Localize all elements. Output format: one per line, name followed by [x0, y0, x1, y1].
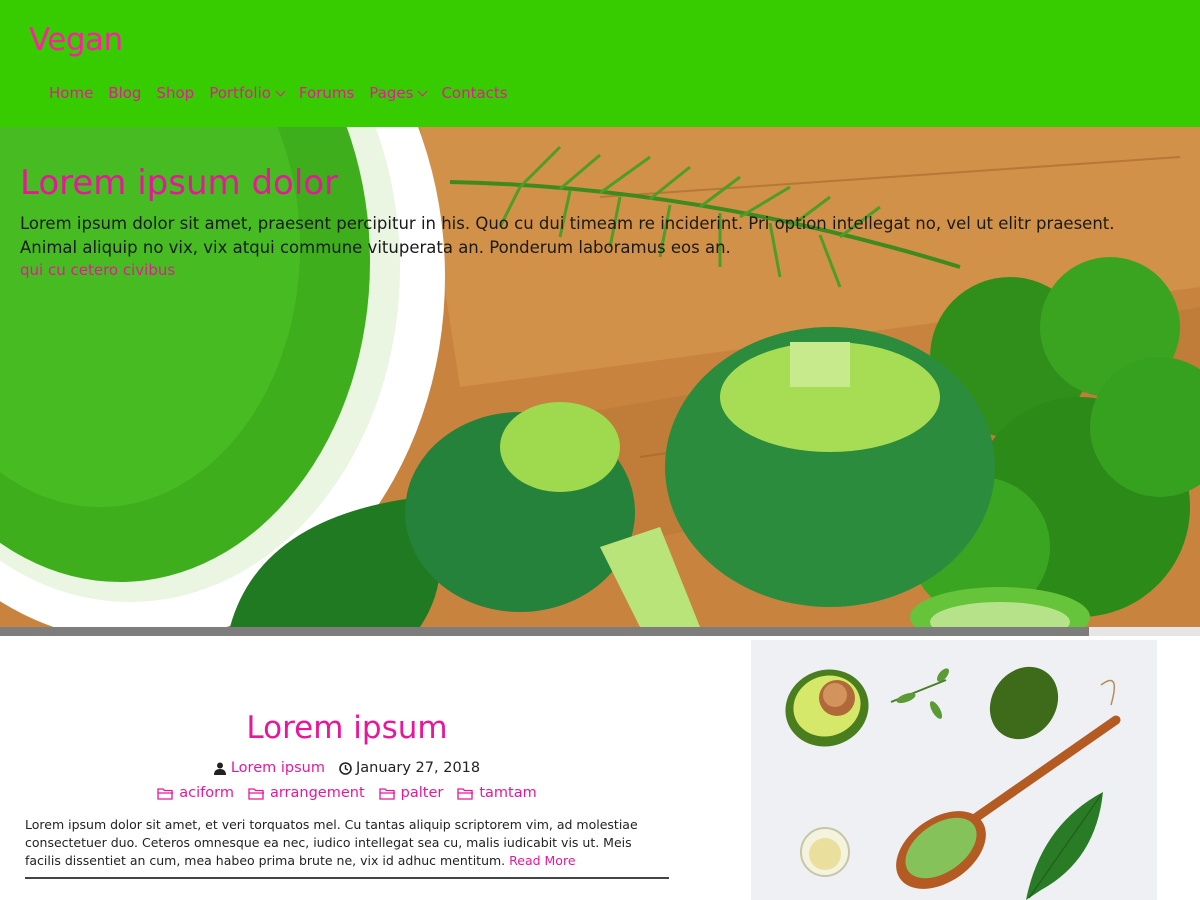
category-label: tamtam	[479, 785, 537, 801]
post-title[interactable]: Lorem ipsum	[25, 710, 669, 746]
category-label: palter	[400, 785, 444, 801]
user-icon	[213, 762, 226, 775]
chevron-down-icon	[275, 86, 286, 96]
nav-item-label: Blog	[108, 84, 142, 102]
nav-item-portfolio[interactable]: Portfolio	[209, 84, 286, 102]
category-link-aciform[interactable]: aciform	[157, 785, 234, 801]
post-categories: aciform arrangement palter tamtam	[25, 785, 669, 801]
nav-item-label: Shop	[156, 84, 195, 102]
folder-icon	[157, 787, 174, 800]
hero-slide: Lorem ipsum dolor Lorem ipsum dolor sit …	[0, 127, 1200, 627]
nav-item-label: Home	[49, 84, 94, 102]
nav-item-blog[interactable]: Blog	[108, 84, 141, 102]
category-link-arrangement[interactable]: arrangement	[248, 785, 365, 801]
post-author[interactable]: Lorem ipsum	[231, 760, 325, 776]
post-divider	[25, 877, 669, 879]
avocado-image	[751, 640, 1157, 900]
slider-progress-fill	[0, 627, 1089, 636]
post-date: January 27, 2018	[355, 760, 481, 776]
post-excerpt: Lorem ipsum dolor sit amet, et veri torq…	[25, 816, 669, 870]
nav-item-label: Forums	[298, 84, 355, 102]
category-label: aciform	[179, 785, 234, 801]
site-title[interactable]: Vegan	[29, 22, 123, 58]
folder-icon	[248, 787, 264, 800]
nav-item-label: Pages	[369, 84, 414, 102]
site-header: Vegan Home Blog Shop Portfolio Forums Pa…	[0, 0, 1200, 127]
folder-icon	[457, 787, 474, 800]
nav-item-label: Portfolio	[209, 84, 271, 102]
post-thumbnail-image[interactable]	[751, 640, 1157, 900]
nav-item-label: Contacts	[441, 84, 508, 102]
category-label: arrangement	[269, 785, 365, 801]
folder-icon	[378, 787, 395, 800]
clock-icon	[339, 761, 352, 775]
read-more-link[interactable]: Read More	[509, 853, 575, 868]
hero-title: Lorem ipsum dolor	[20, 163, 339, 203]
chevron-down-icon	[417, 86, 428, 96]
slider-progress-bar[interactable]	[0, 627, 1200, 636]
nav-item-contacts[interactable]: Contacts	[441, 84, 507, 102]
nav-item-forums[interactable]: Forums	[299, 84, 354, 102]
nav-item-shop[interactable]: Shop	[156, 84, 194, 102]
nav-item-pages[interactable]: Pages	[369, 84, 428, 102]
category-link-tamtam[interactable]: tamtam	[457, 785, 537, 801]
hero-text: Lorem ipsum dolor sit amet, praesent per…	[20, 214, 1115, 257]
nav-item-home[interactable]: Home	[49, 84, 93, 102]
post-meta: Lorem ipsum January 27, 2018	[25, 760, 669, 776]
main-nav: Home Blog Shop Portfolio Forums Pages Co…	[49, 84, 523, 102]
category-link-palter[interactable]: palter	[378, 785, 444, 801]
hero-link[interactable]: qui cu cetero civibus	[20, 261, 175, 279]
